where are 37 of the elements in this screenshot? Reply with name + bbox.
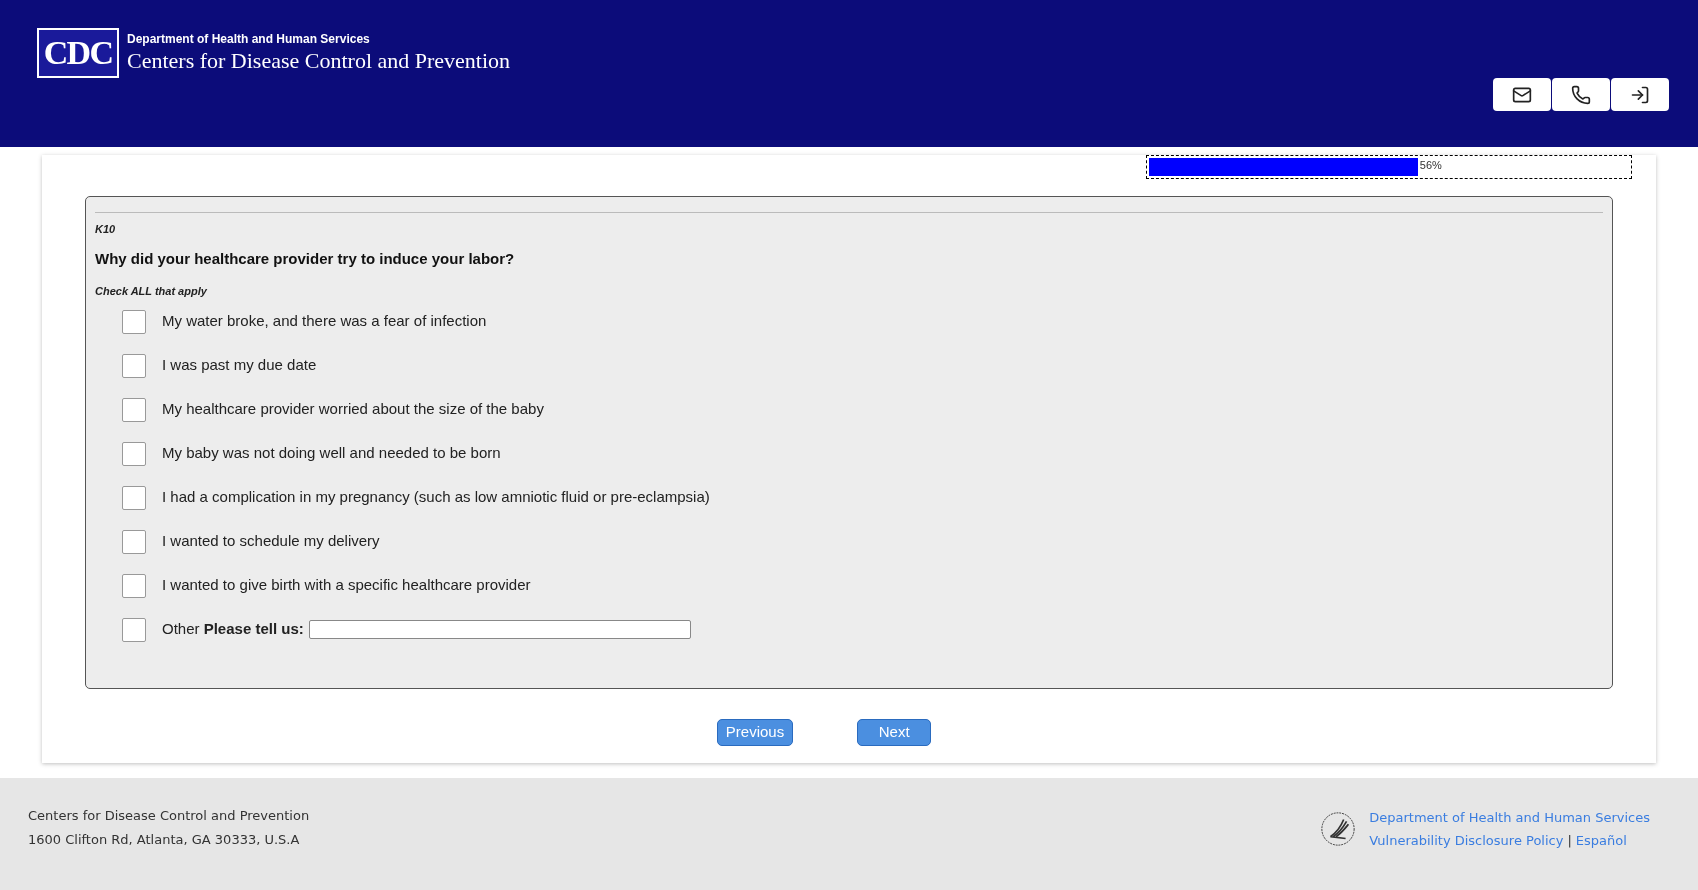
option-label: I wanted to give birth with a specific healthcare provider <box>162 575 531 596</box>
mail-button[interactable] <box>1493 78 1551 111</box>
checkbox[interactable] <box>122 529 146 554</box>
footer-link[interactable]: Department of Health and Human Services <box>1369 807 1650 827</box>
progress-percent: 56% <box>1419 160 1442 171</box>
checkbox[interactable] <box>122 309 146 334</box>
checkbox[interactable] <box>122 441 146 466</box>
option-label: Other Please tell us: <box>162 619 304 640</box>
sign-in-icon <box>1630 84 1650 105</box>
question-code: K10 <box>95 222 117 237</box>
checkbox[interactable] <box>122 397 146 422</box>
option-label: I wanted to schedule my delivery <box>162 531 380 552</box>
option-label: My water broke, and there was a fear of infection <box>162 311 487 332</box>
department-name: Department of Health and Human Services <box>127 32 371 47</box>
option-label: My healthcare provider worried about the size of the baby <box>162 399 544 420</box>
agency-name: Centers for Disease Control and Prevention <box>127 47 511 75</box>
checkbox[interactable] <box>122 353 146 378</box>
footer-agency-name: Centers for Disease Control and Prevention <box>28 807 310 825</box>
option-label: I was past my due date <box>162 355 317 376</box>
checkbox[interactable] <box>122 617 146 642</box>
link-separator: | <box>1567 832 1572 850</box>
footer-link[interactable]: Español <box>1575 831 1627 851</box>
signin-button[interactable] <box>1611 78 1669 111</box>
option-label: My baby was not doing well and needed to be born <box>162 443 501 464</box>
question-instruction: Check ALL that apply <box>95 284 208 299</box>
checkbox[interactable] <box>122 573 146 598</box>
question-text: Why did your healthcare provider try to induce your labor? <box>95 248 516 269</box>
phone-icon <box>1571 84 1591 105</box>
option-label: I had a complication in my pregnancy (such as low amniotic fluid or pre-eclampsia) <box>162 487 710 508</box>
phone-button[interactable] <box>1552 78 1610 111</box>
next-button[interactable]: Next <box>857 719 932 746</box>
checkbox[interactable] <box>122 485 146 510</box>
logo: CDC <box>37 28 119 78</box>
footer-link[interactable]: Vulnerability Disclosure Policy <box>1369 831 1564 851</box>
footer-address: 1600 Clifton Rd, Atlanta, GA 30333, U.S.A <box>28 830 301 849</box>
previous-button[interactable]: Previous <box>716 719 794 746</box>
other-text-field[interactable] <box>308 620 691 639</box>
